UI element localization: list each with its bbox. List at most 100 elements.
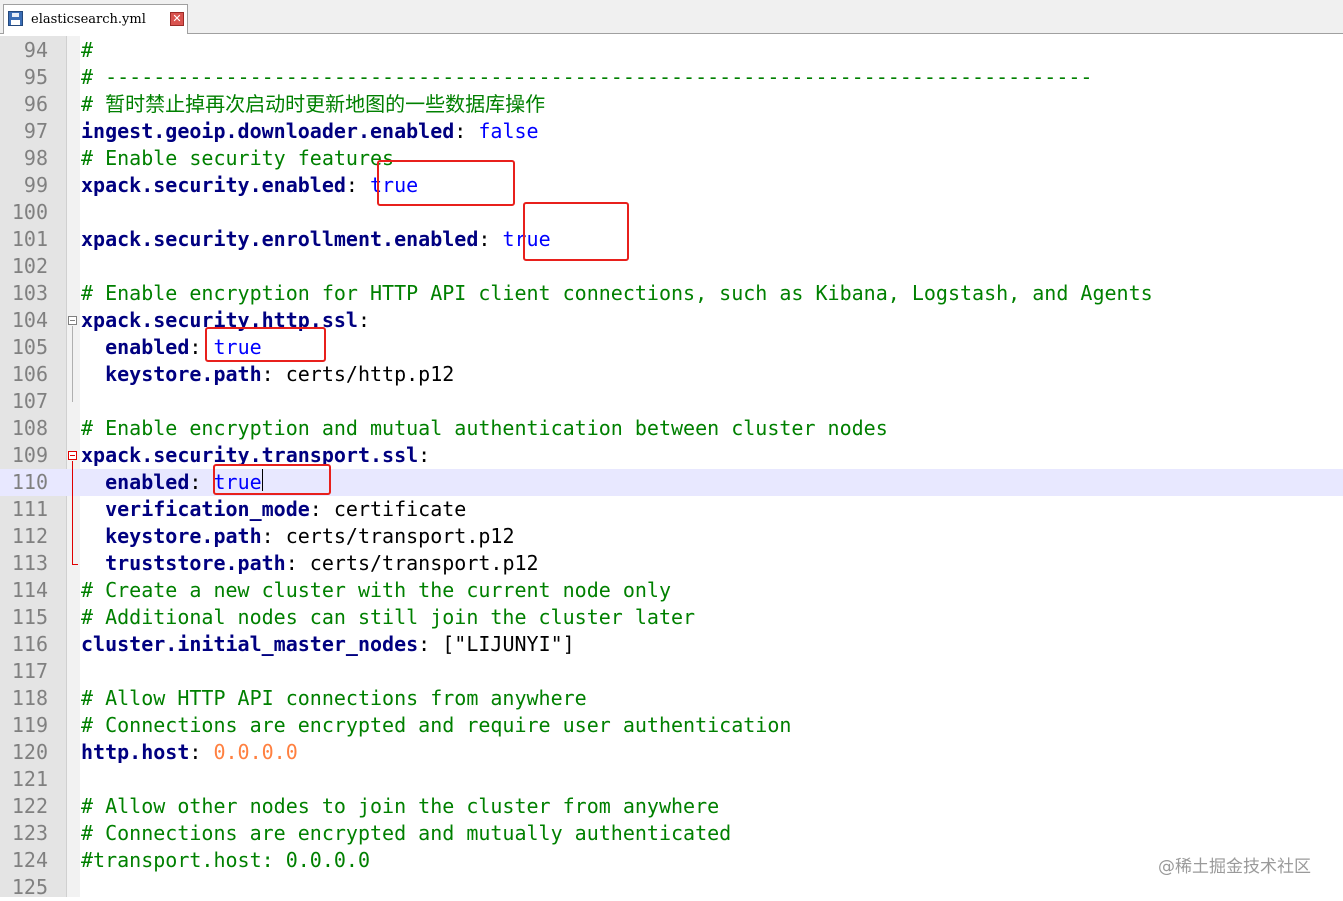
line-content: # Enable security features [81,145,394,172]
line-content: xpack.security.enabled: true [81,172,418,199]
code-line[interactable]: 118 # Allow HTTP API connections from any… [0,685,1343,712]
highlight-box [377,160,515,206]
line-content: # Enable encryption and mutual authentic… [81,415,888,442]
save-state-icon [8,11,23,26]
code-line[interactable]: 120 http.host: 0.0.0.0 [0,739,1343,766]
watermark: @稀土掘金技术社区 [1158,857,1311,877]
file-tab[interactable]: elasticsearch.yml ✕ [3,4,188,34]
comment-text: #transport.host: 0.0.0.0 [81,848,370,872]
code-line[interactable]: 115 # Additional nodes can still join the… [0,604,1343,631]
code-line[interactable]: 100 [0,199,1343,226]
line-content: # Create a new cluster with the current … [81,577,671,604]
line-content: keystore.path: certs/transport.p12 [81,523,514,550]
config-key: verification_mode [105,497,310,521]
code-line[interactable]: 109 xpack.security.transport.ssl: [0,442,1343,469]
line-number: 120 [11,740,48,764]
comment-text: # Enable security features [81,146,395,170]
line-content: # --------------------------------------… [81,64,1092,91]
line-number: 106 [11,362,48,386]
code-line[interactable]: 110 enabled: true [0,469,1343,496]
code-line[interactable]: 122 # Allow other nodes to join the clust… [0,793,1343,820]
comment-text: # Create a new cluster with the current … [81,578,672,602]
number-value: 0.0.0.0 [213,740,298,764]
code-line[interactable]: 117 [0,658,1343,685]
config-key: http.host [81,740,190,764]
code-line[interactable]: 106 keystore.path: certs/http.p12 [0,361,1343,388]
plain-text: : ["LIJUNYI"] [418,632,575,656]
line-number: 101 [11,227,48,251]
text-caret [262,469,263,491]
plain-text [81,524,105,548]
code-line[interactable]: 112 keystore.path: certs/transport.p12 [0,523,1343,550]
config-key: enabled [105,335,190,359]
line-number: 124 [11,848,48,872]
line-content: # [81,37,93,64]
line-number: 123 [11,821,48,845]
tab-bar: elasticsearch.yml ✕ [0,0,1343,34]
line-number: 99 [23,173,48,197]
code-line[interactable]: 121 [0,766,1343,793]
code-editor[interactable]: 94 #95 # ---------------------------------… [0,36,1343,899]
plain-text: : [418,443,431,467]
fold-guide [72,326,73,402]
fold-guide [72,461,73,564]
config-key: cluster.initial_master_nodes [81,632,419,656]
plain-text: : certs/http.p12 [261,362,455,386]
plain-text [81,362,105,386]
line-content: verification_mode: certificate [81,496,466,523]
plain-text: : [478,227,503,251]
comment-text: # Connections are encrypted and require … [81,713,792,737]
line-number: 118 [11,686,48,710]
code-line[interactable]: 103 # Enable encryption for HTTP API clie… [0,280,1343,307]
code-line[interactable]: 104 xpack.security.http.ssl: [0,307,1343,334]
comment-text: # [81,38,94,62]
code-line[interactable]: 101 xpack.security.enrollment.enabled: tr… [0,226,1343,253]
plain-text [81,497,105,521]
line-content: #transport.host: 0.0.0.0 [81,847,370,874]
comment-text: # Enable encryption for HTTP API client … [81,281,1153,305]
config-key: xpack.security.enabled [81,173,346,197]
code-line[interactable]: 113 truststore.path: certs/transport.p12 [0,550,1343,577]
comment-text: # Allow other nodes to join the cluster … [81,794,720,818]
line-content: http.host: 0.0.0.0 [81,739,298,766]
comment-text: # Additional nodes can still join the cl… [81,605,696,629]
file-tab-title: elasticsearch.yml [31,12,146,27]
config-key: keystore.path [105,524,262,548]
code-line[interactable]: 105 enabled: true [0,334,1343,361]
fold-toggle-icon[interactable] [68,316,77,325]
config-key: xpack.security.enrollment.enabled [81,227,479,251]
code-line[interactable]: 97 ingest.geoip.downloader.enabled: false [0,118,1343,145]
code-line[interactable]: 94 # [0,37,1343,64]
boolean-value: false [478,119,539,143]
code-line[interactable]: 119 # Connections are encrypted and requi… [0,712,1343,739]
code-line[interactable]: 114 # Create a new cluster with the curre… [0,577,1343,604]
line-number: 122 [11,794,48,818]
code-line[interactable]: 95 # ------------------------------------… [0,64,1343,91]
line-content: # Allow HTTP API connections from anywhe… [81,685,587,712]
code-line[interactable]: 123 # Connections are encrypted and mutua… [0,820,1343,847]
fold-toggle-icon[interactable] [68,451,77,460]
line-content: # Allow other nodes to join the cluster … [81,793,719,820]
code-line[interactable]: 108 # Enable encryption and mutual authen… [0,415,1343,442]
code-line[interactable]: 116 cluster.initial_master_nodes: ["LIJUN… [0,631,1343,658]
code-line[interactable]: 124 #transport.host: 0.0.0.0 [0,847,1343,874]
comment-text: # 暂时禁止掉再次启动时更新地图的一些数据库操作 [81,92,546,116]
line-number: 121 [11,767,48,791]
highlight-box [523,202,629,261]
line-number: 96 [23,92,48,116]
line-number: 117 [11,659,48,683]
comment-text: # Allow HTTP API connections from anywhe… [81,686,587,710]
code-line[interactable]: 107 [0,388,1343,415]
line-number: 105 [11,335,48,359]
code-line[interactable]: 111 verification_mode: certificate [0,496,1343,523]
line-content: # Connections are encrypted and mutually… [81,820,731,847]
code-line[interactable]: 102 [0,253,1343,280]
line-content: ingest.geoip.downloader.enabled: false [81,118,539,145]
code-line[interactable]: 96 # 暂时禁止掉再次启动时更新地图的一些数据库操作 [0,91,1343,118]
line-number: 108 [11,416,48,440]
code-line[interactable]: 99 xpack.security.enabled: true [0,172,1343,199]
line-content: # Enable encryption for HTTP API client … [81,280,1153,307]
line-number: 104 [11,308,48,332]
close-icon[interactable]: ✕ [170,12,184,26]
code-line[interactable]: 98 # Enable security features [0,145,1343,172]
